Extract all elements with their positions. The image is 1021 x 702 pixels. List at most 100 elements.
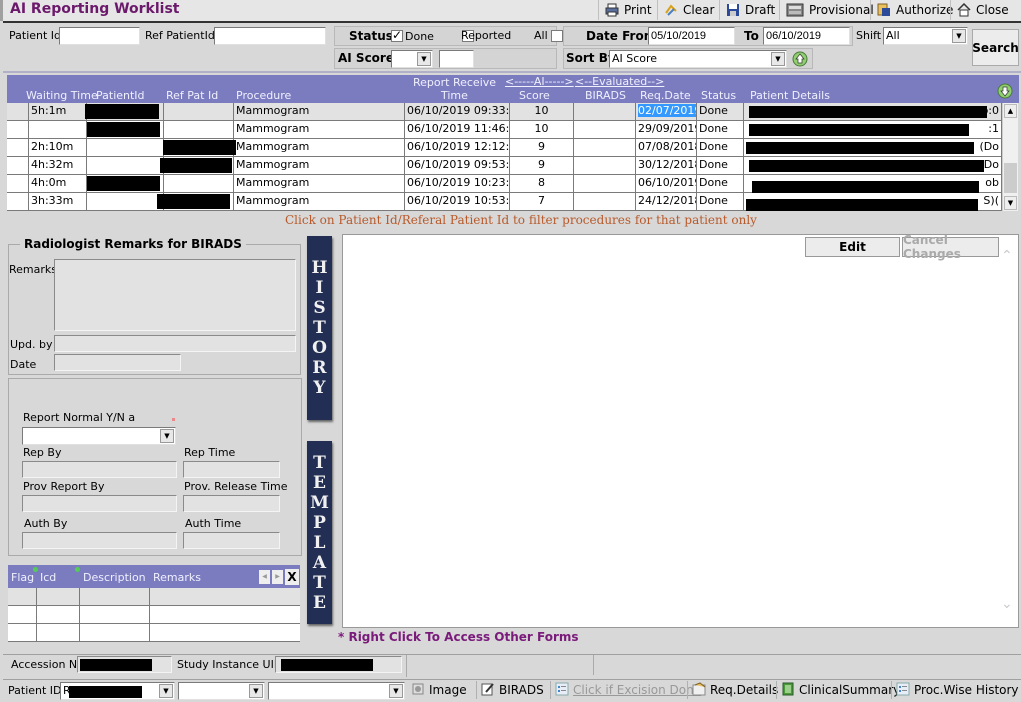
- upd-by-label: Upd. by: [10, 338, 53, 351]
- editor-scroll-up-icon[interactable]: ⌃: [1001, 248, 1013, 264]
- bottom-select-3[interactable]: ▼: [268, 682, 405, 700]
- cell-birads: [574, 121, 636, 139]
- bottom-select-2[interactable]: ▼: [178, 682, 265, 700]
- col-birads[interactable]: BIRADS: [585, 89, 626, 102]
- status-label: Status: [349, 29, 393, 43]
- cell-receive-time-text: 06/10/2019 11:46:33: [407, 122, 510, 135]
- scroll-up-icon[interactable]: ▲: [1004, 104, 1017, 118]
- cell-ref[interactable]: [164, 121, 234, 139]
- col-ref-pat-id[interactable]: Ref Pat Id: [166, 89, 218, 102]
- date-from-input[interactable]: [648, 27, 735, 45]
- col-report-receive-time[interactable]: Time: [441, 89, 468, 102]
- provisional-button[interactable]: Provisional: [779, 0, 880, 20]
- date-to-input[interactable]: [763, 27, 850, 45]
- template-tab[interactable]: TEMPLATE: [307, 441, 332, 624]
- table-row[interactable]: 3h:33m Mammogram 06/10/2019 10:53:37 7 24/12…: [7, 193, 1002, 211]
- col-procedure[interactable]: Procedure: [236, 89, 291, 102]
- cell-pid[interactable]: [87, 157, 164, 175]
- col-report-receive-top[interactable]: Report Receive: [413, 76, 496, 89]
- auth-time-field: [183, 532, 280, 549]
- excision-done-button[interactable]: Click if Excision Done: [550, 681, 701, 699]
- cell-pid[interactable]: [87, 193, 164, 211]
- table-row[interactable]: 2h:10m Mammogram 06/10/2019 12:12:49 9 07/08…: [7, 139, 1002, 157]
- col-remarks: Remarks: [153, 571, 201, 584]
- bottom-patient-id-select[interactable]: R ▼: [60, 682, 175, 700]
- list-icon: [555, 682, 569, 699]
- scroll-down-icon[interactable]: ▼: [1004, 196, 1017, 210]
- history-tab-letter: H: [311, 258, 328, 278]
- cell-receive-time: 06/10/2019 10:53:37: [405, 193, 510, 211]
- close-icon[interactable]: X: [285, 569, 299, 585]
- col-patient-details[interactable]: Patient Details: [750, 89, 830, 102]
- req-details-button[interactable]: Req.Details: [687, 681, 778, 699]
- search-button[interactable]: Search: [972, 29, 1019, 66]
- cell-ref[interactable]: [164, 175, 234, 193]
- cell-receive-time-text: 06/10/2019 12:12:49: [407, 140, 510, 153]
- evaluated-group-link[interactable]: <--Evaluated-->: [575, 75, 664, 88]
- table-row[interactable]: Mammogram 06/10/2019 11:46:33 10 29/09/2019…: [7, 121, 1002, 139]
- clinical-summary-button[interactable]: ClinicalSummary: [776, 681, 900, 699]
- authorize-button[interactable]: Authorize: [870, 0, 959, 20]
- col-patient-id[interactable]: PatientId: [96, 89, 145, 102]
- cell-ref[interactable]: [164, 103, 234, 121]
- ref-patient-id-input[interactable]: [214, 27, 326, 45]
- cell-receive-time-text: 06/10/2019 09:53:23: [407, 158, 510, 171]
- sort-ascending-icon[interactable]: [792, 51, 808, 70]
- cell-pid[interactable]: [87, 139, 164, 157]
- cell-score-text: 7: [538, 194, 545, 207]
- cell-req-date: 07/08/2018: [636, 139, 697, 157]
- cell-req-date: 06/10/2019: [636, 175, 697, 193]
- print-button[interactable]: Print: [598, 0, 658, 20]
- grid-scrollbar[interactable]: ▲ ▼: [1002, 103, 1018, 211]
- col-score[interactable]: Score: [519, 89, 550, 102]
- redacted-pid: [87, 122, 160, 137]
- cancel-changes-button[interactable]: Cancel Changes: [902, 233, 999, 261]
- col-waiting-time[interactable]: Waiting Time: [26, 89, 98, 102]
- cell-status-text: Done: [699, 176, 728, 189]
- scroll-left-icon[interactable]: ◀: [259, 570, 270, 584]
- icd-row[interactable]: [8, 624, 300, 642]
- icd-row[interactable]: [8, 588, 300, 606]
- draft-button[interactable]: Draft: [719, 0, 781, 20]
- remarks-textarea[interactable]: [54, 259, 296, 331]
- cell-req-date-text: 02/07/2019: [638, 104, 696, 117]
- image-button[interactable]: Image: [407, 681, 467, 699]
- shift-select[interactable]: All ▼: [883, 27, 968, 45]
- ai-score-operator-select[interactable]: ▼: [391, 50, 433, 68]
- cell-status-text: Done: [699, 140, 728, 153]
- scroll-right-icon[interactable]: ▶: [272, 570, 283, 584]
- right-click-note: * Right Click To Access Other Forms: [338, 630, 579, 644]
- table-row[interactable]: 4h:32m Mammogram 06/10/2019 09:53:23 9 30/12…: [7, 157, 1002, 175]
- status-all-checkbox[interactable]: [551, 30, 563, 42]
- close-button[interactable]: Close: [950, 0, 1015, 20]
- scroll-thumb[interactable]: [1004, 163, 1017, 193]
- col-status[interactable]: Status: [701, 89, 736, 102]
- cell-birads: [574, 157, 636, 175]
- worklist-grid-header: Waiting Time PatientId Ref Pat Id Proced…: [7, 75, 1019, 103]
- table-row[interactable]: 4h:0m Mammogram 06/10/2019 10:23:49 8 06/10/…: [7, 175, 1002, 193]
- report-normal-select[interactable]: ▼: [22, 427, 176, 445]
- editor-scroll-down-icon[interactable]: ⌄: [1001, 596, 1013, 612]
- status-done-checkbox[interactable]: [391, 28, 403, 42]
- history-tab[interactable]: HISTORY: [307, 236, 332, 420]
- ai-group-link[interactable]: <-----AI----->: [505, 75, 574, 88]
- sort-descending-icon[interactable]: [997, 83, 1013, 102]
- cell-status: Done: [697, 103, 744, 121]
- edit-button[interactable]: Edit: [805, 237, 900, 257]
- icd-row[interactable]: [8, 606, 300, 624]
- status-reported-label: Reported: [461, 29, 512, 42]
- report-editor[interactable]: [342, 234, 1019, 628]
- proc-wise-history-button[interactable]: Proc.Wise History: [891, 681, 1019, 699]
- birads-button[interactable]: BIRADS: [476, 681, 544, 699]
- patient-id-input[interactable]: [59, 27, 140, 45]
- sort-by-select[interactable]: AI Score ▼: [609, 50, 787, 68]
- clear-button[interactable]: Clear: [657, 0, 720, 20]
- table-row[interactable]: 5h:1m Mammogram 06/10/2019 09:33:16 10 02/07…: [7, 103, 1002, 121]
- cell-score: 10: [510, 103, 574, 121]
- cell-status-text: Done: [699, 158, 728, 171]
- cell-req-date: 02/07/2019: [636, 103, 697, 121]
- ai-score-input[interactable]: [439, 50, 474, 68]
- bottom-patient-id-label: Patient ID: [8, 684, 62, 697]
- patient-details-text: :1: [988, 122, 999, 135]
- col-req-date[interactable]: Req.Date: [640, 89, 691, 102]
